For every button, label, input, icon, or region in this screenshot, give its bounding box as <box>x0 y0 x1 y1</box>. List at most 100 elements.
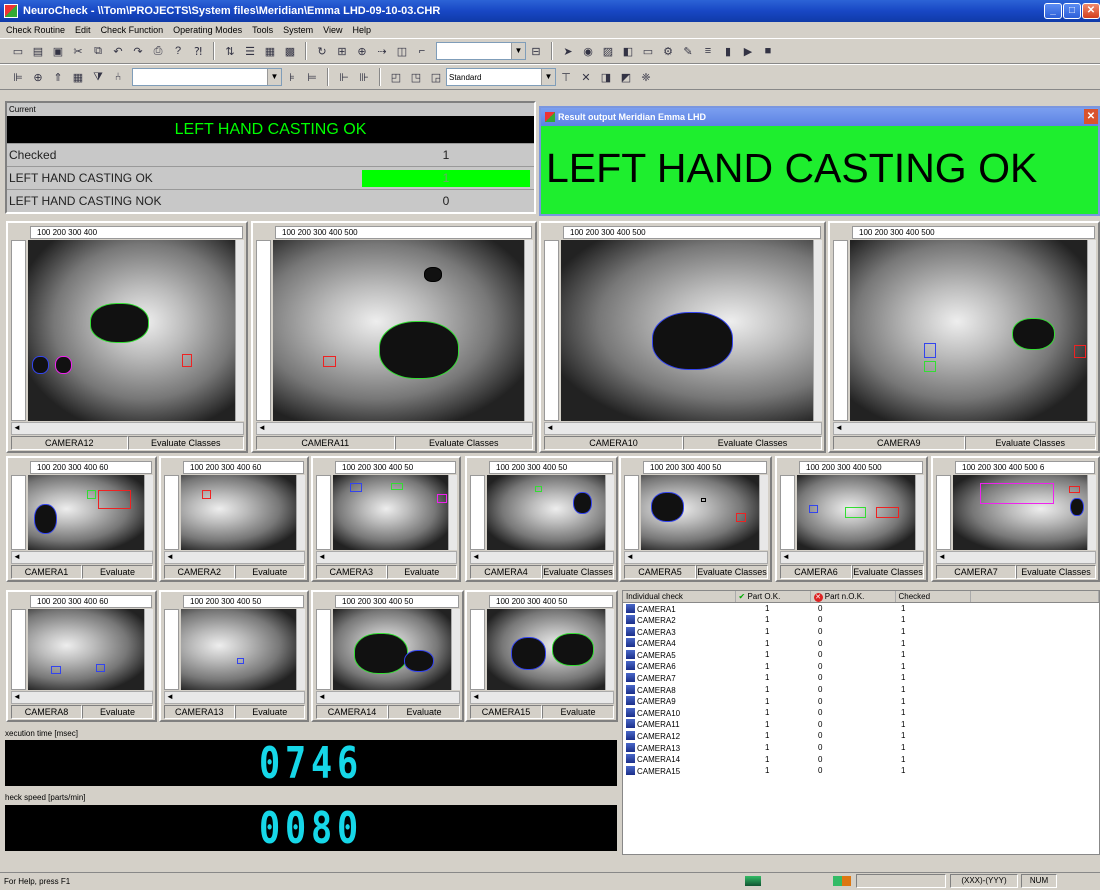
vertical-scrollbar[interactable] <box>296 609 305 690</box>
camera-view-camera15[interactable]: 100 200 300 400 50 CAMERA15 Evaluate <box>465 590 618 722</box>
maximize-button[interactable]: □ <box>1063 3 1081 19</box>
result-close-icon[interactable]: ✕ <box>1084 109 1098 124</box>
vertical-scrollbar[interactable] <box>144 475 153 550</box>
camera-view-camera10[interactable]: 100 200 300 400 500 CAMERA10 Evaluate Cl… <box>539 221 826 453</box>
table-row[interactable]: CAMERA15 1 0 1 <box>623 765 1099 777</box>
branch-icon[interactable]: ⑃ <box>110 69 126 85</box>
camera-image[interactable] <box>561 240 814 421</box>
horizontal-scrollbar[interactable] <box>470 691 614 704</box>
camera-view-camera5[interactable]: 100 200 300 400 50 CAMERA5 Evaluate Clas… <box>619 456 772 582</box>
help-icon[interactable]: ? <box>170 43 186 59</box>
camera-view-camera3[interactable]: 100 200 300 400 50 CAMERA3 Evaluate <box>311 456 461 582</box>
print-icon[interactable]: ⎙ <box>150 43 166 59</box>
column-part-nok[interactable]: ✕ Part n.O.K. <box>810 591 896 604</box>
list-icon[interactable]: ☰ <box>242 43 258 59</box>
table-row[interactable]: CAMERA4 1 0 1 <box>623 637 1099 649</box>
layout-delete-icon[interactable]: ✕ <box>578 69 594 85</box>
vertical-scrollbar[interactable] <box>524 240 533 421</box>
camera-image[interactable] <box>487 475 606 550</box>
camera-image[interactable] <box>28 475 145 550</box>
vertical-scrollbar[interactable] <box>296 475 305 550</box>
camera-view-camera9[interactable]: 100 200 300 400 500 CAMERA9 Evaluate Cla… <box>828 221 1100 453</box>
camera-image[interactable] <box>28 240 236 421</box>
horizontal-scrollbar[interactable] <box>316 551 457 564</box>
table-row[interactable]: CAMERA8 1 0 1 <box>623 684 1099 696</box>
menu-item-check-function[interactable]: Check Function <box>101 25 164 35</box>
table-row[interactable]: CAMERA11 1 0 1 <box>623 719 1099 731</box>
column-part-ok[interactable]: ✔ Part O.K. <box>735 591 811 604</box>
table-row[interactable]: CAMERA5 1 0 1 <box>623 649 1099 661</box>
open-folder-icon[interactable]: ▤ <box>30 43 46 59</box>
horizontal-scrollbar[interactable] <box>470 551 614 564</box>
chart-icon[interactable]: ◫ <box>394 43 410 59</box>
menu-item-view[interactable]: View <box>323 25 342 35</box>
title-bar[interactable]: NeuroCheck - \\Tom\PROJECTS\System files… <box>0 0 1100 22</box>
copy-icon[interactable]: ⧉ <box>90 43 106 59</box>
menu-item-system[interactable]: System <box>283 25 313 35</box>
lock-icon[interactable]: ⊟ <box>528 43 544 59</box>
matrix-icon[interactable]: ▩ <box>282 43 298 59</box>
table-icon[interactable]: ▦ <box>70 69 86 85</box>
standard-select[interactable]: Standard ▼ <box>446 68 556 86</box>
vertical-scrollbar[interactable] <box>235 240 244 421</box>
horizontal-scrollbar[interactable] <box>833 422 1096 435</box>
horizontal-scrollbar[interactable] <box>780 551 924 564</box>
toolbar-dropdown-2[interactable]: ▼ <box>132 68 282 86</box>
vertical-scrollbar[interactable] <box>605 475 614 550</box>
layout-icon[interactable]: ⊞ <box>334 43 350 59</box>
gear-icon[interactable]: ⚙ <box>660 43 676 59</box>
horizontal-scrollbar[interactable] <box>164 551 305 564</box>
insert-icon[interactable]: ⊕ <box>30 69 46 85</box>
camera-view-camera13[interactable]: 100 200 300 400 50 CAMERA13 Evaluate <box>159 590 309 722</box>
settings2-icon[interactable]: ❈ <box>638 69 654 85</box>
table-row[interactable]: CAMERA3 1 0 1 <box>623 626 1099 638</box>
window-icon[interactable]: ◰ <box>388 69 404 85</box>
vertical-scrollbar[interactable] <box>759 475 768 550</box>
camera-image[interactable] <box>641 475 760 550</box>
menu-item-operating-modes[interactable]: Operating Modes <box>173 25 242 35</box>
stats-icon[interactable]: ▮ <box>720 43 736 59</box>
table-row[interactable]: CAMERA13 1 0 1 <box>623 742 1099 754</box>
minimize-button[interactable]: _ <box>1044 3 1062 19</box>
context-help-icon[interactable]: ⁈ <box>190 43 206 59</box>
stop-icon[interactable]: ■ <box>760 43 776 59</box>
horizontal-scrollbar[interactable] <box>11 551 153 564</box>
camera-icon[interactable]: ◉ <box>580 43 596 59</box>
camera-image[interactable] <box>953 475 1088 550</box>
column-checked[interactable]: Checked <box>895 591 971 604</box>
horizontal-scrollbar[interactable] <box>936 551 1096 564</box>
menu-item-help[interactable]: Help <box>353 25 372 35</box>
monitor-icon[interactable]: ▭ <box>640 43 656 59</box>
camera-view-camera7[interactable]: 100 200 300 400 500 6 CAMERA7 Evaluate C… <box>931 456 1100 582</box>
vertical-scrollbar[interactable] <box>451 609 460 690</box>
horizontal-scrollbar[interactable] <box>316 691 460 704</box>
camera-image[interactable] <box>487 609 606 690</box>
table-row[interactable]: CAMERA9 1 0 1 <box>623 695 1099 707</box>
toolbar-dropdown-1[interactable]: ▼ <box>436 42 526 60</box>
camera-image[interactable] <box>181 475 297 550</box>
image-icon[interactable]: ▨ <box>600 43 616 59</box>
capture-icon[interactable]: ◨ <box>598 69 614 85</box>
menu-item-check-routine[interactable]: Check Routine <box>6 25 65 35</box>
table-row[interactable]: CAMERA2 1 0 1 <box>623 614 1099 626</box>
run-icon[interactable]: ▶ <box>740 43 756 59</box>
sort-icon[interactable]: ⇅ <box>222 43 238 59</box>
vertical-scrollbar[interactable] <box>915 475 924 550</box>
horizontal-scrollbar[interactable] <box>544 422 822 435</box>
horizontal-scrollbar[interactable] <box>11 422 244 435</box>
result-output-titlebar[interactable]: Result output Meridian Emma LHD ✕ <box>541 108 1098 126</box>
camera-view-camera12[interactable]: 100 200 300 400 CAMERA12 Evaluate Classe… <box>6 221 248 453</box>
horizontal-scrollbar[interactable] <box>256 422 533 435</box>
table-row[interactable]: CAMERA14 1 0 1 <box>623 753 1099 765</box>
layout-save-icon[interactable]: ⊤ <box>558 69 574 85</box>
align-icon[interactable]: ⊫ <box>10 69 26 85</box>
menu-item-edit[interactable]: Edit <box>75 25 91 35</box>
filter-icon[interactable]: ⧩ <box>90 69 106 85</box>
vertical-scrollbar[interactable] <box>448 475 457 550</box>
camera-image[interactable] <box>273 240 525 421</box>
camera-image[interactable] <box>850 240 1088 421</box>
close-button[interactable]: ✕ <box>1082 3 1100 19</box>
camera-view-camera1[interactable]: 100 200 300 400 60 CAMERA1 Evaluate <box>6 456 157 582</box>
mark-icon[interactable]: ⊩ <box>336 69 352 85</box>
table-row[interactable]: CAMERA6 1 0 1 <box>623 661 1099 673</box>
